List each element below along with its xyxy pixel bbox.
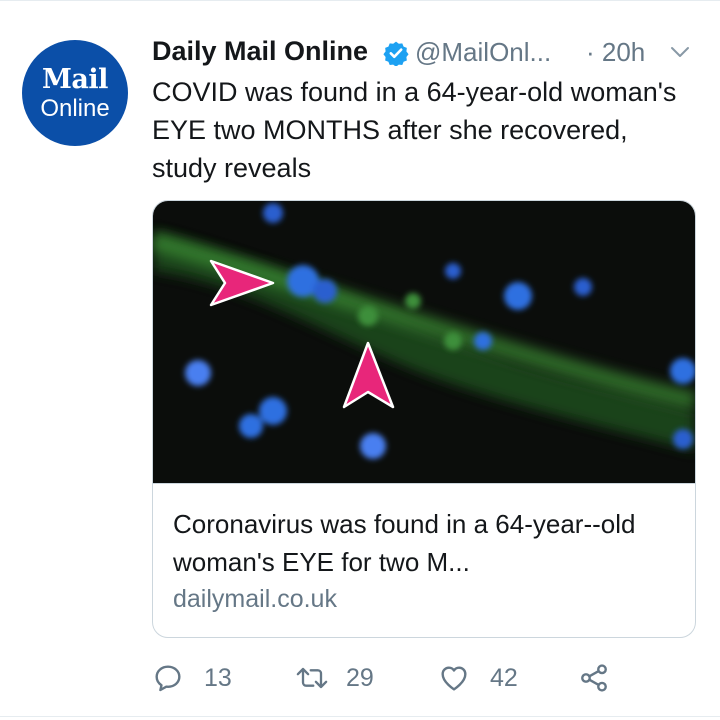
- card-divider: [153, 483, 695, 484]
- like-button[interactable]: 42: [438, 658, 538, 698]
- share-icon: [581, 664, 607, 692]
- tweet-header: Daily Mail Online @MailOnl... · 20h: [152, 36, 712, 70]
- author-name[interactable]: Daily Mail Online: [152, 36, 368, 67]
- like-count: 42: [490, 664, 518, 692]
- card-title[interactable]: Coronavirus was found in a 64-year--old …: [173, 505, 683, 581]
- reply-button[interactable]: 13: [152, 658, 252, 698]
- chevron-down-icon[interactable]: [668, 40, 692, 64]
- heart-icon: [441, 666, 467, 691]
- top-divider: [0, 0, 720, 1]
- retweet-icon: [296, 667, 328, 689]
- reply-icon: [155, 665, 181, 692]
- action-bar: 13 29 42: [152, 658, 692, 698]
- link-card[interactable]: Coronavirus was found in a 64-year--old …: [152, 200, 696, 638]
- reply-count: 13: [204, 664, 232, 692]
- retweet-button[interactable]: 29: [294, 658, 394, 698]
- tweet-text: COVID was found in a 64-year-old woman's…: [152, 77, 677, 183]
- card-domain[interactable]: dailymail.co.uk: [173, 585, 337, 614]
- card-image: [153, 201, 695, 483]
- avatar-logo-line2: Online: [40, 95, 110, 122]
- verified-badge-icon: [383, 41, 409, 66]
- bottom-divider: [0, 716, 720, 717]
- avatar-logo-line1: Mail: [42, 64, 108, 95]
- tweet-timestamp[interactable]: · 20h: [586, 37, 645, 68]
- share-button[interactable]: [578, 658, 618, 698]
- author-handle[interactable]: @MailOnl...: [415, 37, 551, 68]
- avatar[interactable]: Mail Online: [22, 40, 128, 146]
- retweet-count: 29: [346, 664, 374, 692]
